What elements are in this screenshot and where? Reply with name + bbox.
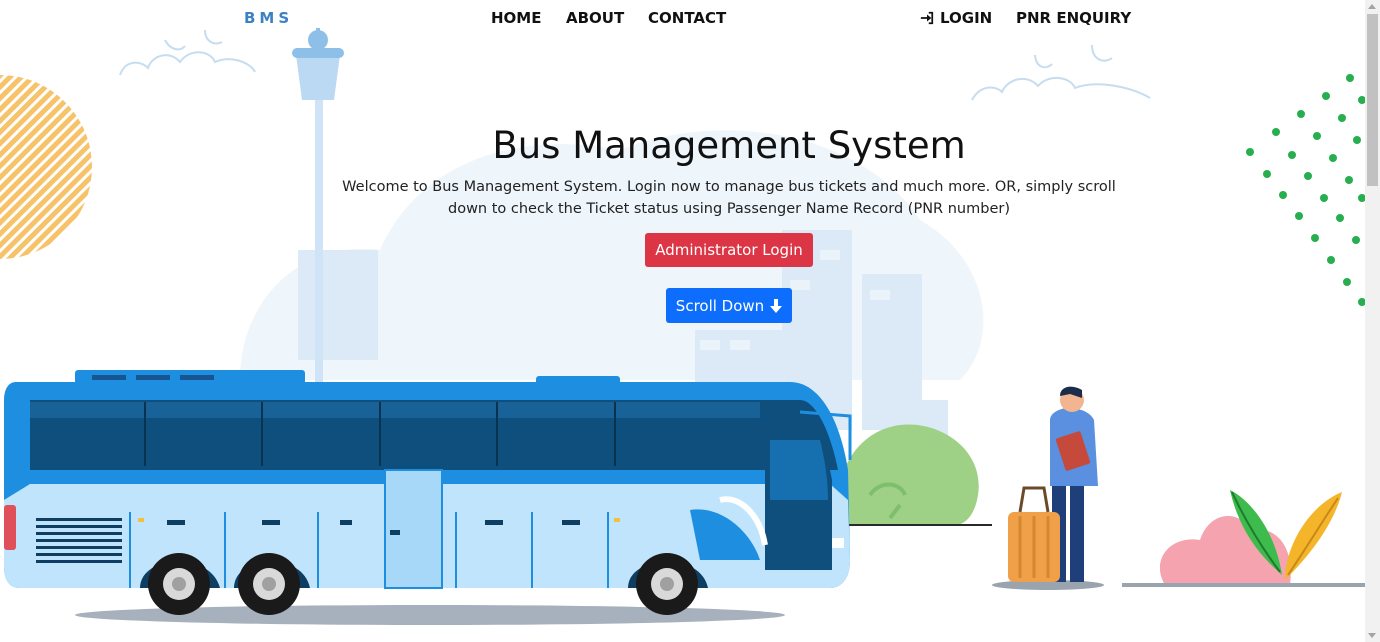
- nav-about-link[interactable]: ABOUT: [566, 9, 624, 27]
- bush: [838, 424, 979, 525]
- hero-description: Welcome to Bus Management System. Login …: [342, 179, 1116, 217]
- administrator-login-label: Administrator Login: [655, 241, 803, 259]
- nav-login-link[interactable]: LOGIN: [920, 9, 992, 27]
- arrow-down-icon: [770, 298, 783, 313]
- scroll-down-label: Scroll Down: [675, 296, 765, 315]
- plants-illustration: [1122, 490, 1365, 587]
- cloud-left: [119, 29, 256, 76]
- page-title: Bus Management System: [492, 124, 966, 167]
- nav-contact-link[interactable]: CONTACT: [648, 9, 726, 27]
- nav-login-label: LOGIN: [940, 9, 993, 27]
- brand-logo[interactable]: BMS: [244, 9, 293, 27]
- sun-decoration: [0, 75, 92, 259]
- scroll-up-arrow-icon[interactable]: [1368, 4, 1376, 9]
- top-navbar: BMS HOME ABOUT CONTACT LOGIN PNR ENQUIRY: [0, 0, 1365, 36]
- scroll-down-button[interactable]: Scroll Down: [666, 288, 792, 323]
- administrator-login-button[interactable]: Administrator Login: [645, 233, 813, 267]
- dot-pattern: [1246, 74, 1365, 306]
- scroll-down-arrow-icon[interactable]: [1368, 633, 1376, 638]
- nav-pnr-enquiry-link[interactable]: PNR ENQUIRY: [1016, 9, 1131, 27]
- bus-illustration: [4, 370, 852, 615]
- traveler-illustration: [992, 386, 1104, 590]
- cloud-right: [971, 44, 1151, 101]
- page-scrollbar[interactable]: [1365, 0, 1380, 642]
- nav-home-link[interactable]: HOME: [491, 9, 541, 27]
- sign-in-icon: [920, 11, 934, 25]
